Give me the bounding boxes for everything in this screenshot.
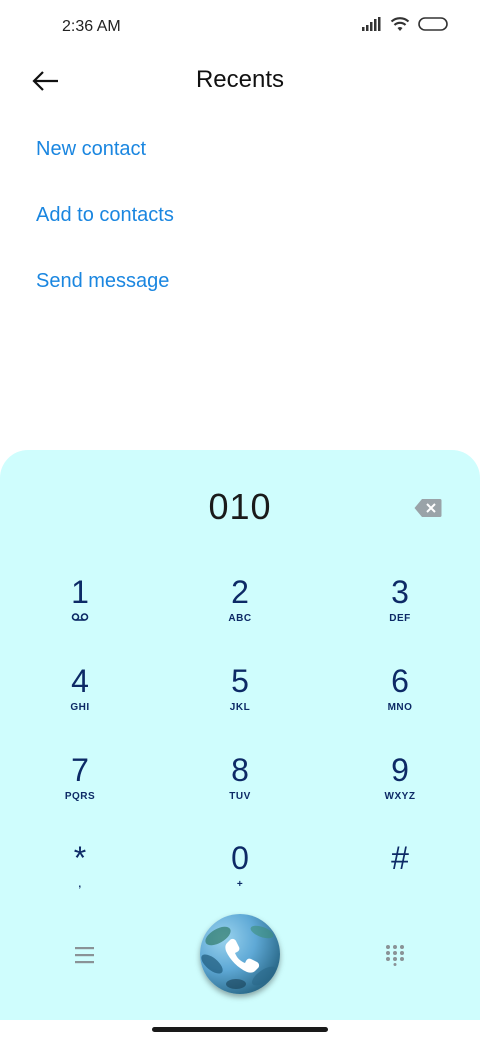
key-hash[interactable]: # <box>340 838 460 918</box>
key-letters: DEF <box>389 613 411 624</box>
key-7[interactable]: 7 PQRS <box>20 750 140 830</box>
key-digit: 5 <box>231 663 249 699</box>
key-letters: GHI <box>70 702 90 713</box>
key-2[interactable]: 2 ABC <box>180 572 300 652</box>
status-time: 2:36 AM <box>62 18 121 35</box>
backspace-icon <box>414 499 442 517</box>
key-5[interactable]: 5 JKL <box>180 661 300 741</box>
page-title: Recents <box>195 66 285 93</box>
key-3[interactable]: 3 DEF <box>340 572 460 652</box>
header: Recents <box>0 56 480 108</box>
dialer-panel: 010 1 2 ABC 3 DEF 4 GHI 5 JKL 6 MNO 7 PQ… <box>0 450 480 1020</box>
key-digit: 2 <box>231 574 249 610</box>
status-bar: 2:36 AM <box>0 0 480 56</box>
key-8[interactable]: 8 TUV <box>180 750 300 830</box>
wifi-icon <box>390 17 410 31</box>
dialed-number: 010 <box>208 486 272 527</box>
key-4[interactable]: 4 GHI <box>20 661 140 741</box>
key-digit: # <box>391 840 409 876</box>
key-9[interactable]: 9 WXYZ <box>340 750 460 830</box>
menu-icon <box>75 947 94 964</box>
key-digit: 4 <box>71 663 89 699</box>
new-contact-link[interactable]: New contact <box>36 134 174 200</box>
battery-icon <box>418 17 448 31</box>
key-digit: 9 <box>391 752 409 788</box>
key-digit: 0 <box>231 840 249 876</box>
phone-icon <box>225 938 260 973</box>
key-letters: JKL <box>229 702 251 713</box>
signal-icon <box>362 17 381 31</box>
dialer-bottom-bar <box>0 912 480 1002</box>
key-letters: , <box>78 879 82 890</box>
action-list: New contact Add to contacts Send message <box>36 134 174 332</box>
call-button[interactable] <box>200 914 280 994</box>
key-6[interactable]: 6 MNO <box>340 661 460 741</box>
send-message-link[interactable]: Send message <box>36 266 174 332</box>
voicemail-icon <box>71 613 89 621</box>
key-letters: + <box>236 879 244 890</box>
key-letters: ABC <box>228 613 252 624</box>
key-1[interactable]: 1 <box>20 572 140 652</box>
key-digit: 1 <box>71 574 89 610</box>
key-0[interactable]: 0 + <box>180 838 300 918</box>
menu-button[interactable] <box>70 942 100 968</box>
home-indicator[interactable] <box>152 1027 328 1032</box>
key-digit: 8 <box>231 752 249 788</box>
status-icons <box>362 16 450 32</box>
key-letters: WXYZ <box>384 791 416 802</box>
key-letters: TUV <box>229 791 251 802</box>
key-letters: MNO <box>387 702 413 713</box>
key-digit: * <box>73 840 87 876</box>
backspace-button[interactable] <box>414 498 442 518</box>
key-digit: 6 <box>391 663 409 699</box>
add-to-contacts-link[interactable]: Add to contacts <box>36 200 174 266</box>
key-digit: 3 <box>391 574 409 610</box>
dialpad-toggle-button[interactable] <box>385 944 405 966</box>
key-star[interactable]: * , <box>20 838 140 918</box>
key-digit: 7 <box>71 752 89 788</box>
dialpad-icon <box>386 945 404 966</box>
key-letters: PQRS <box>64 791 96 802</box>
